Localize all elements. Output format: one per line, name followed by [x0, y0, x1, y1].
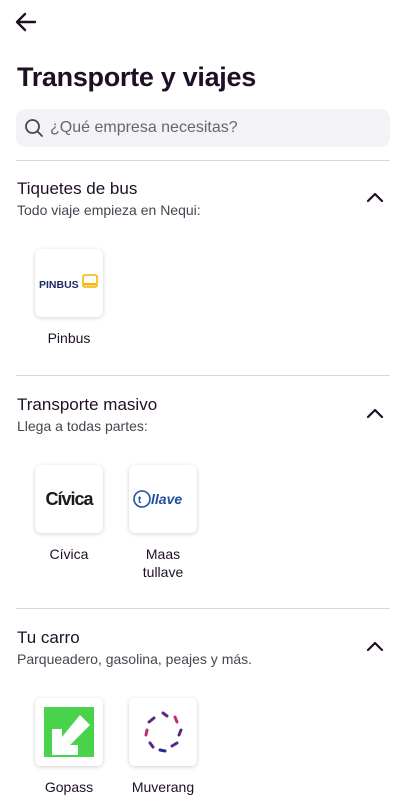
tullave-logo: t llave [129, 465, 197, 533]
section-title: Tiquetes de bus [17, 179, 138, 198]
search-bar[interactable] [16, 109, 390, 147]
service-tile-pinbus[interactable]: PINBUS Pinbus [29, 249, 109, 347]
civica-logo: Cívica [35, 465, 103, 533]
gopass-logo [35, 698, 103, 766]
service-tile-gopass[interactable]: Gopass [29, 698, 109, 796]
page-title: Transporte y viajes [17, 62, 256, 92]
section-header-transporte-masivo[interactable]: Transporte masivo Llega a todas partes: [17, 395, 391, 435]
divider [16, 375, 390, 376]
tile-label: Gopass [44, 779, 94, 795]
section-header-tiquetes-de-bus[interactable]: Tiquetes de bus Todo viaje empieza en Ne… [17, 179, 391, 219]
service-tile-muverang[interactable]: Muverang [123, 698, 203, 796]
section-title: Tu carro [17, 628, 80, 647]
section-subtitle: Llega a todas partes: [17, 418, 148, 434]
arrow-left-icon [15, 12, 37, 32]
svg-text:t: t [138, 495, 142, 506]
section-subtitle: Parqueadero, gasolina, peajes y más. [17, 651, 253, 667]
divider [16, 608, 390, 609]
section-subtitle: Todo viaje empieza en Nequi: [17, 202, 201, 218]
svg-text:llave: llave [151, 491, 182, 507]
tile-label: Maas tullave [142, 546, 184, 580]
svg-text:Cívica: Cívica [45, 489, 94, 509]
pinbus-logo: PINBUS [35, 249, 103, 317]
service-tile-civica[interactable]: Cívica Cívica [29, 465, 109, 563]
chevron-up-icon[interactable] [365, 187, 385, 207]
back-button[interactable] [12, 8, 40, 36]
tile-label: Cívica [49, 546, 89, 562]
chevron-up-icon[interactable] [365, 636, 385, 656]
search-input[interactable] [50, 119, 370, 137]
search-icon [24, 118, 44, 138]
section-header-tu-carro[interactable]: Tu carro Parqueadero, gasolina, peajes y… [17, 628, 391, 668]
divider [16, 160, 390, 161]
tile-label: Muverang [131, 779, 195, 795]
tile-label: Pinbus [47, 330, 91, 346]
muverang-logo [129, 698, 197, 766]
section-title: Transporte masivo [17, 395, 158, 414]
svg-text:PINBUS: PINBUS [39, 279, 79, 291]
chevron-up-icon[interactable] [365, 403, 385, 423]
service-tile-maas-tullave[interactable]: t llave Maas tullave [123, 465, 203, 581]
